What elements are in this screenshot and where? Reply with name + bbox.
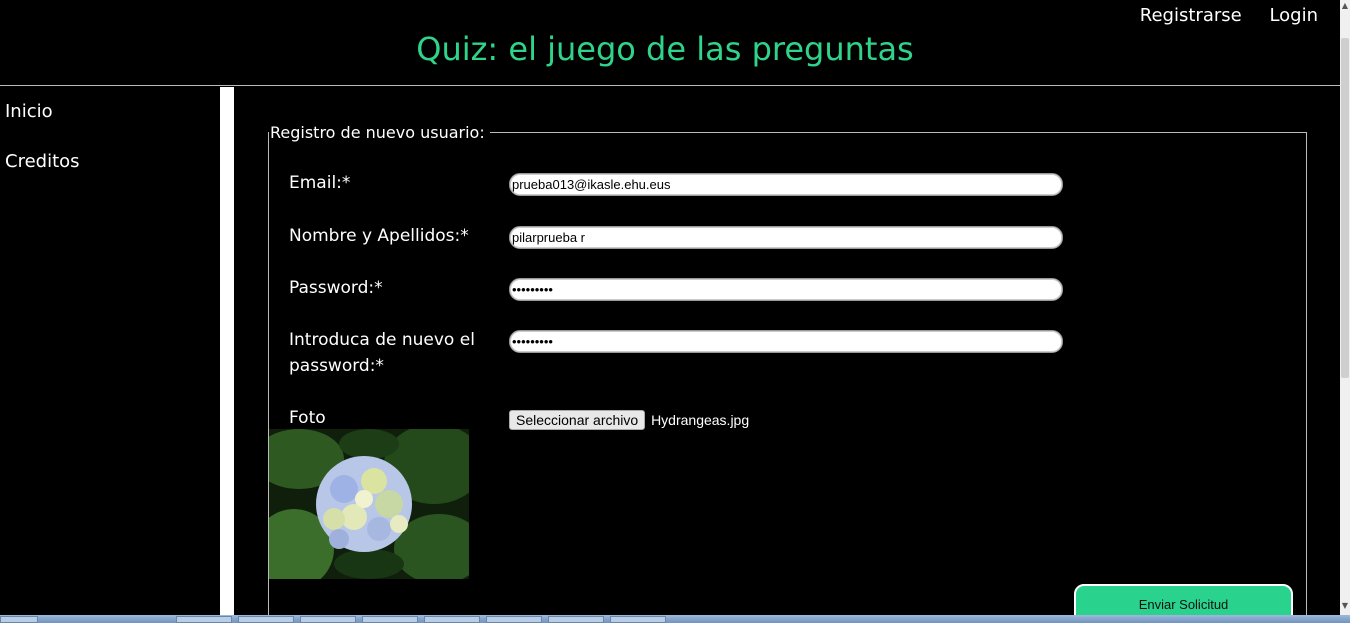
- register-link[interactable]: Registrarse: [1140, 5, 1242, 26]
- password-label: Password:*: [289, 278, 383, 298]
- start-button[interactable]: [0, 616, 38, 623]
- scrollbar-thumb[interactable]: [1341, 38, 1349, 378]
- selected-file-name: Hydrangeas.jpg: [651, 412, 750, 428]
- select-file-button[interactable]: Seleccionar archivo: [509, 410, 646, 430]
- scroll-up-icon[interactable]: ▲: [1341, 0, 1349, 12]
- taskbar-app-icon[interactable]: [362, 616, 418, 623]
- photo-preview: [269, 429, 469, 579]
- taskbar-app-icon[interactable]: [424, 616, 480, 623]
- password-repeat-label: Introduca de nuevo el password:*: [289, 330, 475, 376]
- password-repeat-field[interactable]: •••••••••: [509, 330, 1063, 353]
- name-field[interactable]: pilarprueba r: [509, 226, 1063, 249]
- taskbar-app-icon[interactable]: [300, 616, 356, 623]
- password-field[interactable]: •••••••••: [509, 278, 1063, 301]
- taskbar-app-icon[interactable]: [610, 616, 666, 623]
- name-label: Nombre y Apellidos:*: [289, 226, 469, 246]
- page: Quiz: el juego de las preguntas Registra…: [0, 0, 1350, 623]
- file-picker: Seleccionar archivo Hydrangeas.jpg: [509, 410, 749, 430]
- top-links: Registrarse Login: [1118, 5, 1318, 26]
- sidebar-divider: [220, 87, 234, 623]
- sidebar-item-inicio[interactable]: Inicio: [5, 101, 53, 122]
- taskbar-app-icon[interactable]: [548, 616, 604, 623]
- header: Quiz: el juego de las preguntas Registra…: [0, 0, 1340, 86]
- login-link[interactable]: Login: [1269, 5, 1318, 26]
- email-field[interactable]: prueba013@ikasle.ehu.eus: [509, 173, 1063, 196]
- taskbar: [0, 615, 1350, 623]
- vertical-scrollbar[interactable]: ▲ ▼: [1340, 0, 1350, 615]
- hydrangea-image: [269, 429, 469, 579]
- taskbar-app-icon[interactable]: [486, 616, 542, 623]
- photo-label: Foto: [289, 408, 326, 428]
- fieldset-border-left: [268, 132, 269, 133]
- sidebar: Inicio Creditos: [0, 87, 220, 623]
- scroll-down-icon[interactable]: ▼: [1341, 600, 1349, 612]
- email-label: Email:*: [289, 173, 351, 193]
- taskbar-app-icon[interactable]: [176, 616, 232, 623]
- page-title: Quiz: el juego de las preguntas: [416, 30, 914, 68]
- fieldset-legend: Registro de nuevo usuario:: [270, 123, 487, 142]
- taskbar-app-icon[interactable]: [238, 616, 294, 623]
- fieldset-border-top: [490, 132, 1307, 133]
- sidebar-item-creditos[interactable]: Creditos: [5, 151, 80, 172]
